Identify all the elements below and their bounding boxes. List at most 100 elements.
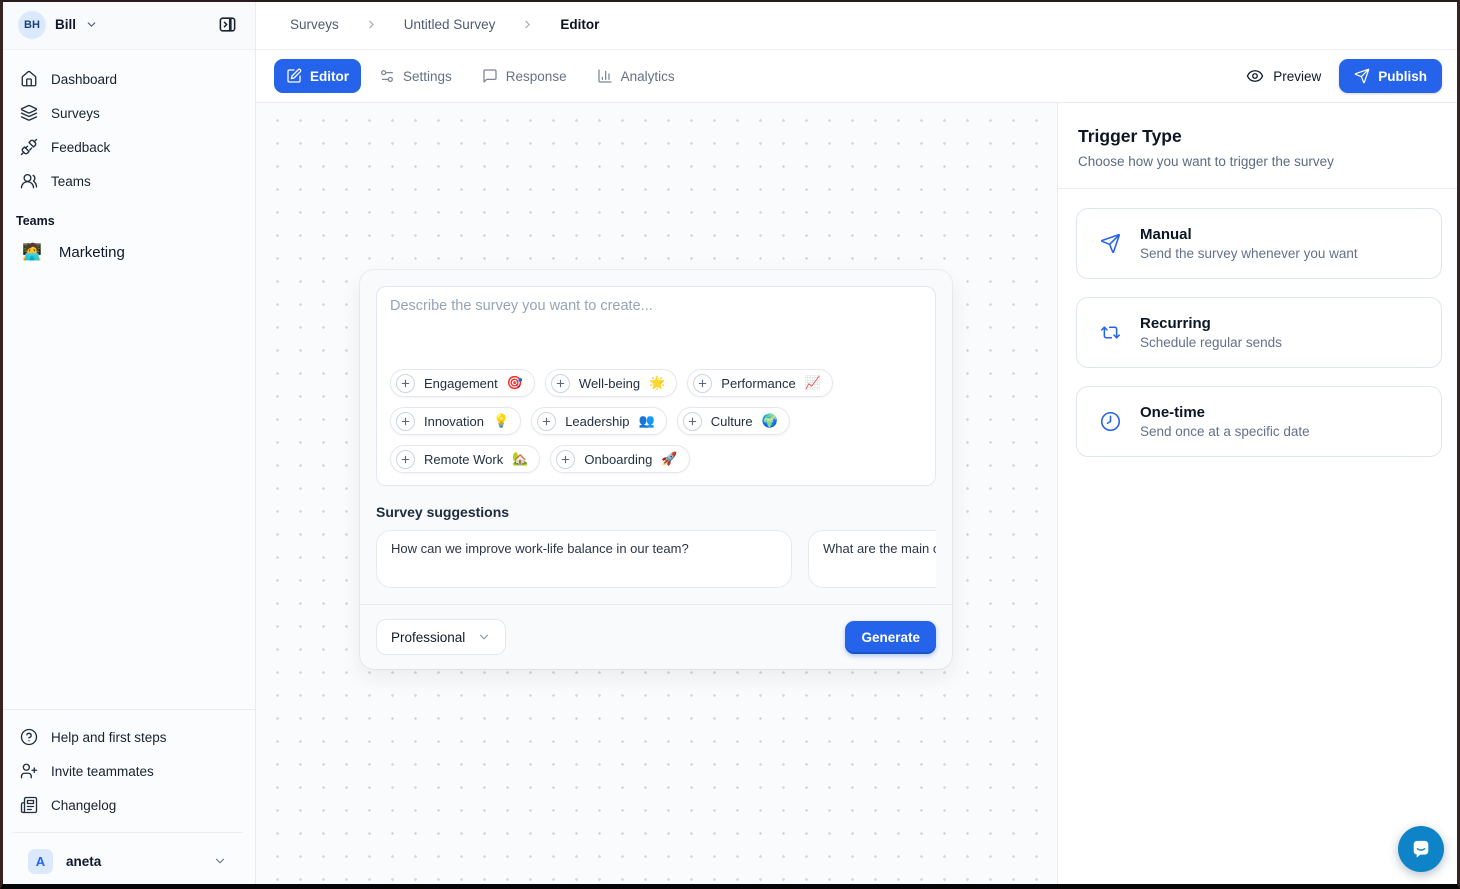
send-icon (1354, 68, 1370, 84)
sidebar-item-label: Invite teammates (51, 764, 154, 779)
edit-icon (286, 68, 302, 84)
sidebar-item-help[interactable]: Help and first steps (12, 720, 243, 754)
chat-bubble-icon (1409, 837, 1433, 861)
trigger-option-one-time[interactable]: One-time Send once at a specific date (1076, 386, 1442, 457)
topic-chip-culture[interactable]: Culture 🌍 (677, 407, 790, 435)
tab-settings[interactable]: Settings (367, 59, 464, 93)
user-avatar: A (28, 849, 53, 874)
chevron-down-icon (477, 630, 491, 644)
breadcrumb-editor: Editor (560, 17, 599, 32)
topic-emoji: 🚀 (661, 451, 677, 467)
topic-emoji: 🌍 (762, 413, 778, 429)
topic-emoji: 🎯 (507, 375, 523, 391)
tab-label: Analytics (621, 69, 675, 84)
plug-icon (20, 138, 38, 156)
topic-chip-engagement[interactable]: Engagement 🎯 (390, 369, 535, 397)
topic-chip-performance[interactable]: Performance 📈 (687, 369, 833, 397)
newspaper-icon (20, 796, 38, 814)
toolbar: Editor Settings Response (256, 50, 1460, 103)
preview-button[interactable]: Preview (1236, 61, 1331, 91)
trigger-option-manual[interactable]: Manual Send the survey whenever you want (1076, 208, 1442, 279)
plus-icon (537, 412, 556, 431)
tone-select[interactable]: Professional (376, 619, 506, 655)
app-window: BH Bill Dashboard (0, 0, 1460, 889)
sidebar-toggle-button[interactable] (213, 11, 241, 39)
option-description: Schedule regular sends (1140, 335, 1282, 350)
team-label: Marketing (59, 244, 125, 261)
plus-icon (683, 412, 702, 431)
sidebar-item-teams[interactable]: Teams (12, 164, 243, 198)
plus-icon (556, 450, 575, 469)
trigger-options: Manual Send the survey whenever you want… (1058, 189, 1460, 476)
sidebar-item-invite[interactable]: Invite teammates (12, 754, 243, 788)
editor-tabs: Editor Settings Response (274, 59, 687, 93)
workspace-switcher[interactable]: BH Bill (0, 0, 255, 50)
composer-footer: Professional Generate (360, 604, 952, 669)
chevron-right-icon (365, 18, 378, 31)
sidebar-item-label: Teams (51, 174, 91, 189)
tab-editor[interactable]: Editor (274, 59, 361, 93)
trigger-panel-header: Trigger Type Choose how you want to trig… (1058, 103, 1460, 189)
suggestion-card[interactable]: How can we improve work-life balance in … (376, 530, 792, 588)
topic-chip-well-being[interactable]: Well-being 🌟 (545, 369, 677, 397)
tab-response[interactable]: Response (470, 59, 579, 93)
breadcrumb-untitled-survey[interactable]: Untitled Survey (404, 17, 496, 32)
chat-launcher-button[interactable] (1398, 826, 1444, 872)
chevron-down-icon (85, 18, 98, 31)
sidebar-item-dashboard[interactable]: Dashboard (12, 62, 243, 96)
tab-label: Settings (403, 69, 452, 84)
plus-icon (551, 374, 570, 393)
users-icon (20, 172, 38, 190)
content: Engagement 🎯 Well-being 🌟 (256, 103, 1460, 889)
prompt-box: Engagement 🎯 Well-being 🌟 (376, 286, 936, 486)
message-icon (482, 68, 498, 84)
sidebar: BH Bill Dashboard (0, 0, 256, 889)
breadcrumb-surveys[interactable]: Surveys (290, 17, 339, 32)
option-title: One-time (1140, 404, 1310, 421)
sidebar-item-label: Surveys (51, 106, 100, 121)
topic-emoji: 💡 (493, 413, 509, 429)
tab-label: Response (506, 69, 567, 84)
sliders-icon (379, 68, 395, 84)
sidebar-item-marketing[interactable]: 🧑‍💻 Marketing (12, 232, 243, 272)
plus-icon (396, 412, 415, 431)
sidebar-item-surveys[interactable]: Surveys (12, 96, 243, 130)
sidebar-footer: Help and first steps Invite teammates Ch… (0, 709, 255, 889)
topic-chip-onboarding[interactable]: Onboarding 🚀 (550, 445, 689, 473)
topic-chip-leadership[interactable]: Leadership 👥 (531, 407, 667, 435)
option-description: Send once at a specific date (1140, 424, 1310, 439)
panel-toggle-icon (218, 15, 237, 34)
generate-button[interactable]: Generate (845, 621, 936, 654)
tab-label: Editor (310, 69, 349, 84)
sidebar-item-changelog[interactable]: Changelog (12, 788, 243, 822)
repeat-icon (1100, 322, 1121, 343)
preview-label: Preview (1273, 69, 1321, 84)
tab-analytics[interactable]: Analytics (585, 59, 687, 93)
ai-survey-composer: Engagement 🎯 Well-being 🌟 (360, 270, 952, 669)
panel-subtitle: Choose how you want to trigger the surve… (1078, 154, 1440, 169)
survey-description-input[interactable] (390, 298, 922, 369)
option-description: Send the survey whenever you want (1140, 246, 1358, 261)
eye-icon (1246, 67, 1264, 85)
topic-chip-innovation[interactable]: Innovation 💡 (390, 407, 521, 435)
publish-button[interactable]: Publish (1339, 59, 1442, 93)
sidebar-item-feedback[interactable]: Feedback (12, 130, 243, 164)
help-circle-icon (20, 728, 38, 746)
suggestion-card[interactable]: What are the main ob (808, 530, 936, 588)
sidebar-item-label: Dashboard (51, 72, 117, 87)
sidebar-nav: Dashboard Surveys Feedback Teams (0, 50, 255, 272)
breadcrumb: Surveys Untitled Survey Editor (256, 0, 1460, 50)
topic-chip-remote-work[interactable]: Remote Work 🏡 (390, 445, 540, 473)
trigger-option-recurring[interactable]: Recurring Schedule regular sends (1076, 297, 1442, 368)
plus-icon (396, 450, 415, 469)
editor-canvas[interactable]: Engagement 🎯 Well-being 🌟 (256, 103, 1057, 889)
chart-icon (597, 68, 613, 84)
user-menu[interactable]: A aneta (20, 841, 235, 881)
sidebar-item-label: Feedback (51, 140, 110, 155)
suggestions-title: Survey suggestions (376, 504, 936, 520)
workspace-avatar: BH (18, 11, 46, 39)
teams-section-label: Teams (16, 214, 239, 228)
clock-icon (1100, 411, 1121, 432)
sidebar-item-label: Help and first steps (51, 730, 167, 745)
layers-icon (20, 104, 38, 122)
